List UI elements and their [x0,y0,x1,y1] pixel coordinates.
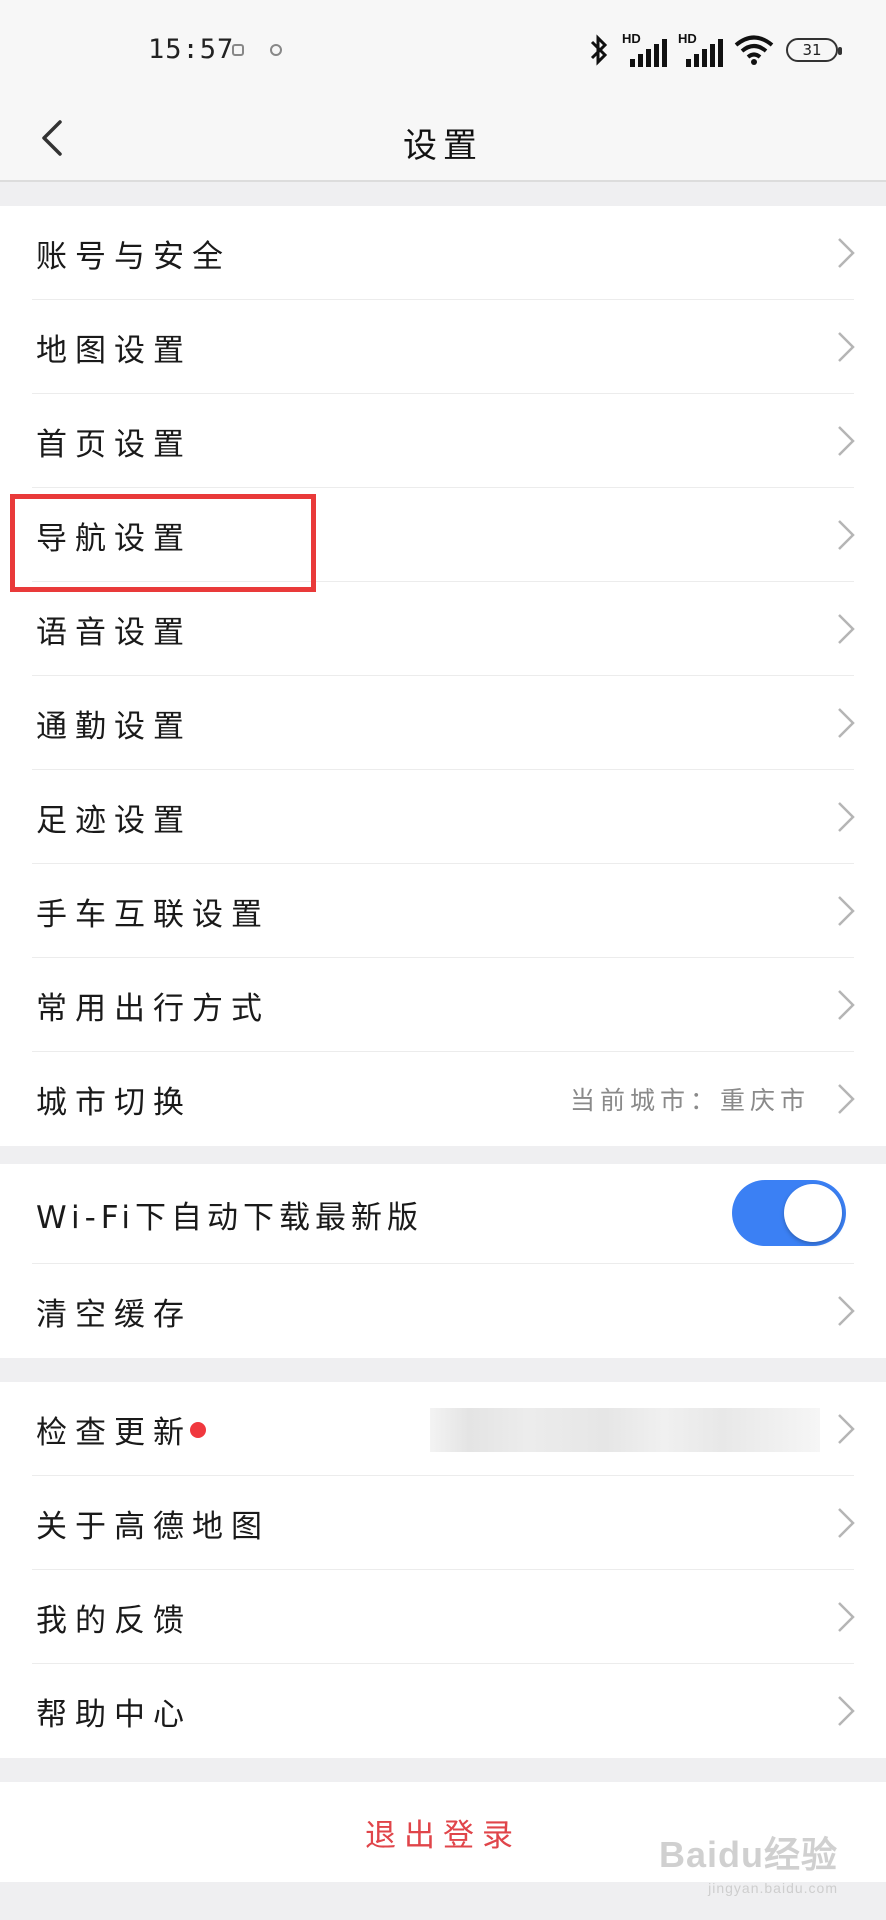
settings-group-download: Wi-Fi下自动下载最新版 清空缓存 [0,1164,886,1358]
row-label: 通勤设置 [36,708,192,745]
row-label: 账号与安全 [36,238,231,275]
chevron-right-icon [838,708,855,738]
row-label: 足迹设置 [36,802,192,839]
row-label: 手车互联设置 [36,896,270,933]
chevron-right-icon [838,1414,855,1444]
row-map-settings[interactable]: 地图设置 [0,300,886,394]
row-label: Wi-Fi下自动下载最新版 [36,1199,423,1236]
row-commute-settings[interactable]: 通勤设置 [0,676,886,770]
watermark-text: Baidu经验 [658,1834,838,1875]
row-about-amap[interactable]: 关于高德地图 [0,1476,886,1570]
status-icons: HD HD 31 [588,30,842,70]
row-label: 常用出行方式 [36,990,270,1027]
chevron-right-icon [838,332,855,362]
row-label: 地图设置 [36,332,192,369]
chevron-right-icon [838,520,855,550]
settings-group-about: 检查更新 关于高德地图 我的反馈 帮助中心 [0,1382,886,1758]
row-help-center[interactable]: 帮助中心 [0,1664,886,1758]
row-check-update[interactable]: 检查更新 [0,1382,886,1476]
status-bar: 15:57 HD HD 31 [0,0,886,100]
row-label: 语音设置 [36,614,192,651]
row-label: 检查更新 [36,1414,192,1451]
row-label: 我的反馈 [36,1602,192,1639]
row-clear-cache[interactable]: 清空缓存 [0,1264,886,1358]
settings-group-main: 账号与安全 地图设置 首页设置 导航设置 语音设置 通勤设置 足迹设置 手车互联… [0,206,886,1146]
signal-icon-2: HD [678,31,723,67]
wifi-auto-download-toggle[interactable] [732,1180,846,1246]
status-time: 15:57 [148,34,235,65]
wifi-icon [734,35,774,65]
row-label: 帮助中心 [36,1696,192,1733]
baidu-watermark: Baidu经验 jingyan.baidu.com [659,1826,838,1896]
row-label: 城市切换 [36,1084,192,1121]
page-title: 设置 [403,126,483,166]
version-redacted [430,1408,820,1452]
cloud-icon [270,44,282,56]
highlight-annotation [10,494,316,592]
battery-level: 31 [802,41,822,59]
row-account-security[interactable]: 账号与安全 [0,206,886,300]
nav-header: 设置 [0,100,886,182]
chevron-right-icon [838,1084,855,1114]
logout-label: 退出登录 [365,1817,521,1854]
row-footprint-settings[interactable]: 足迹设置 [0,770,886,864]
row-label: 清空缓存 [36,1296,192,1333]
signal-icon: HD [622,31,667,67]
row-phone-car-link[interactable]: 手车互联设置 [0,864,886,958]
row-wifi-auto-download: Wi-Fi下自动下载最新版 [0,1164,886,1264]
chevron-right-icon [838,1508,855,1538]
chevron-right-icon [838,990,855,1020]
chevron-right-icon [838,1696,855,1726]
chevron-right-icon [838,238,855,268]
row-voice-settings[interactable]: 语音设置 [0,582,886,676]
watermark-sub: jingyan.baidu.com [708,1880,838,1896]
bluetooth-icon [590,34,608,66]
message-icon [232,44,244,56]
row-city-switch[interactable]: 城市切换 当前城市：重庆市 [0,1052,886,1146]
row-my-feedback[interactable]: 我的反馈 [0,1570,886,1664]
row-label: 关于高德地图 [36,1508,270,1545]
battery-icon: 31 [786,38,842,62]
update-badge [190,1422,206,1438]
row-home-settings[interactable]: 首页设置 [0,394,886,488]
chevron-right-icon [838,1296,855,1326]
chevron-right-icon [838,426,855,456]
chevron-right-icon [838,1602,855,1632]
row-label: 首页设置 [36,426,192,463]
row-travel-mode[interactable]: 常用出行方式 [0,958,886,1052]
toggle-knob [784,1184,842,1242]
current-city-value: 当前城市：重庆市 [569,1086,810,1115]
chevron-right-icon [838,896,855,926]
chevron-right-icon [838,802,855,832]
chevron-right-icon [838,614,855,644]
